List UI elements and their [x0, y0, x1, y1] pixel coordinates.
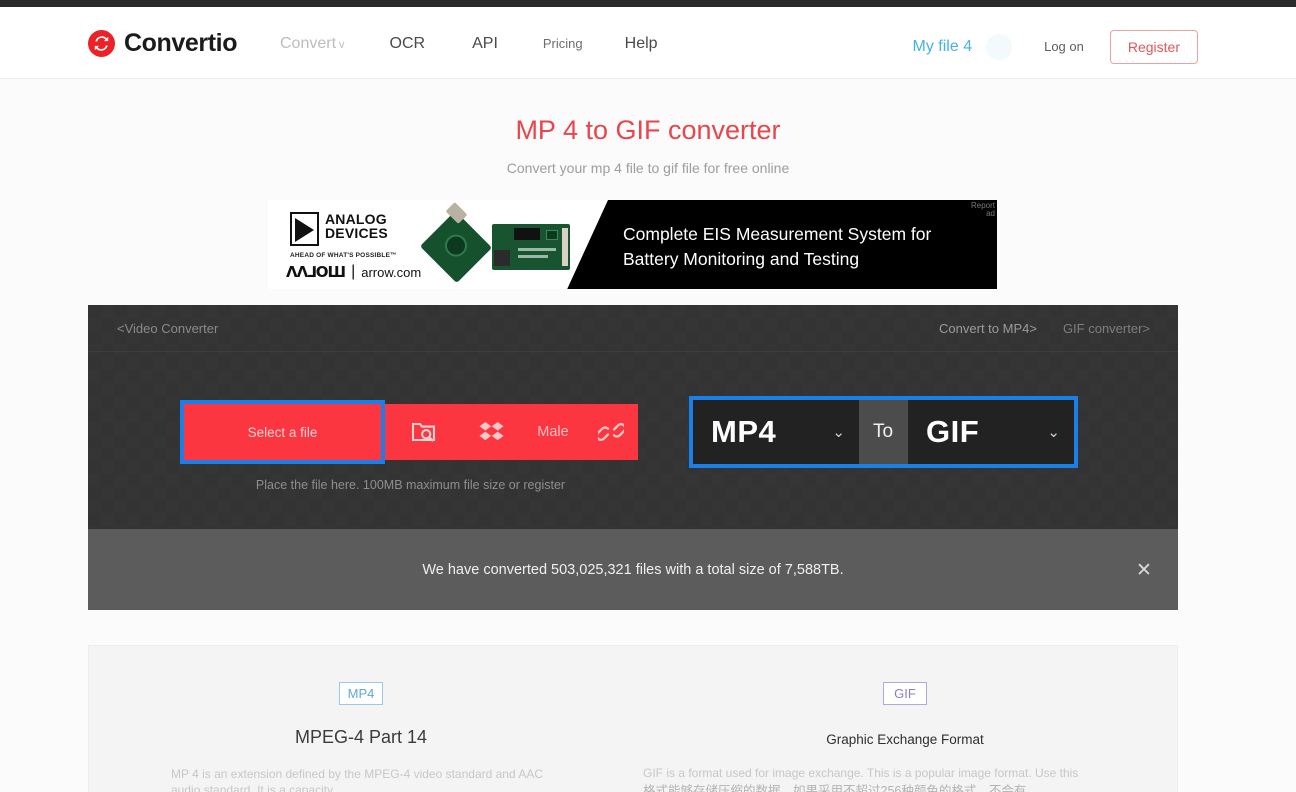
link-convert-to-mp4[interactable]: Convert to MP4> — [939, 321, 1037, 336]
nav-item-convert[interactable]: Convert v — [280, 35, 345, 53]
nav-label-convert: Convert — [280, 35, 337, 52]
format-description-gif: GIF is a format used for image exchange.… — [643, 766, 1079, 780]
target-format-label: GIF — [926, 414, 980, 449]
report-ad-line2: ad — [986, 209, 995, 219]
advertisement-banner[interactable]: ANALOG DEVICES AHEAD OF WHAT'S POSSIBLE™… — [268, 200, 997, 289]
converter-topbar: <Video Converter Convert to MP4> GIF con… — [88, 305, 1178, 352]
stats-text: We have converted 503,025,321 files with… — [422, 561, 844, 578]
arrow-logo-icon: ΛΛ⅃ΟШ — [286, 263, 346, 281]
convert-circle-icon — [88, 30, 115, 57]
source-format-label: MP4 — [711, 414, 777, 449]
hero-section: MP 4 to GIF converter Convert your mp 4 … — [0, 79, 1296, 176]
format-chip-mp4: MP4 — [339, 682, 383, 705]
nav-item-api[interactable]: API — [472, 35, 498, 53]
circuit-board-image — [419, 202, 570, 284]
target-format-select[interactable]: GIF ⌄ — [908, 400, 1074, 464]
report-ad-link[interactable]: Report ad — [955, 201, 995, 219]
nav-item-help[interactable]: Help — [625, 35, 658, 53]
arrow-url-text: arrow.com — [361, 264, 422, 280]
male-source-label[interactable]: Male — [522, 404, 584, 460]
folder-search-icon[interactable] — [388, 404, 460, 460]
stats-banner: We have converted 503,025,321 files with… — [88, 529, 1178, 610]
breadcrumb-video-converter[interactable]: <Video Converter — [117, 321, 218, 336]
file-source-bar: Select a file Male — [180, 400, 638, 464]
source-format-select[interactable]: MP4 ⌄ — [693, 400, 859, 464]
chevron-down-icon: ⌄ — [832, 424, 845, 441]
logo-text: Convertio — [124, 29, 238, 57]
top-dark-strip — [0, 0, 1296, 7]
analog-devices-logo: ANALOG DEVICES — [290, 212, 388, 246]
select-file-label: Select a file — [247, 424, 318, 440]
header-account-area: My file 4 Log on Register — [913, 7, 1198, 86]
drop-hint-text: Place the file here. 100MB maximum file … — [255, 478, 566, 492]
format-info-panel: MP4 MPEG-4 Part 14 MP 4 is an extension … — [88, 645, 1178, 792]
site-header: Convertio Convert v OCR API Pricing Help … — [0, 7, 1296, 79]
analog-triangle-icon — [290, 212, 319, 246]
nav-item-ocr[interactable]: OCR — [390, 35, 426, 53]
site-logo[interactable]: Convertio — [88, 29, 237, 58]
ad-headline-line2: Battery Monitoring and Testing — [623, 249, 860, 270]
format-chip-gif: GIF — [883, 682, 927, 705]
file-source-icons: Male — [388, 404, 638, 460]
to-separator: To — [859, 400, 908, 464]
file-count-badge — [986, 33, 1013, 60]
ad-brand-line2: DEVICES — [325, 225, 388, 242]
close-icon[interactable]: ✕ — [1132, 558, 1156, 582]
page-root: Convertio Convert v OCR API Pricing Help … — [0, 0, 1296, 792]
chevron-down-icon: v — [339, 39, 345, 51]
analog-tagline: AHEAD OF WHAT'S POSSIBLE™ — [290, 252, 397, 259]
format-title-mp4: MPEG-4 Part 14 — [294, 727, 428, 747]
format-info-mp4: MP4 MPEG-4 Part 14 MP 4 is an extension … — [89, 646, 633, 792]
link-icon[interactable] — [584, 404, 638, 460]
analog-brand-text: ANALOG DEVICES — [325, 212, 388, 241]
main-nav: Convert v OCR API Pricing Help — [280, 35, 658, 53]
my-files-link[interactable]: My file 4 — [913, 38, 973, 56]
link-gif-converter[interactable]: GIF converter> — [1063, 321, 1150, 336]
ad-headline: Complete EIS Measurement System for Batt… — [623, 222, 973, 272]
arrow-logo-group: ΛΛ⅃ΟШ | arrow.com — [286, 263, 422, 281]
select-file-button[interactable]: Select a file — [180, 400, 385, 464]
chevron-down-icon: ⌄ — [1047, 424, 1060, 441]
format-description-mp4: MP 4 is an extension defined by the MPEG… — [171, 767, 543, 792]
nav-item-pricing[interactable]: Pricing — [543, 36, 583, 51]
format-selector: MP4 ⌄ To GIF ⌄ — [689, 396, 1078, 468]
format-info-gif: GIF Graphic Exchange Format GIF is a for… — [633, 646, 1177, 792]
dropbox-icon[interactable] — [460, 404, 522, 460]
page-title: MP 4 to GIF converter — [515, 115, 781, 145]
log-on-link[interactable]: Log on — [1044, 39, 1084, 54]
page-subtitle: Convert your mp 4 file to gif file for f… — [506, 160, 790, 176]
to-word: To — [873, 421, 894, 442]
format-title-gif: Graphic Exchange Format — [826, 732, 984, 747]
converter-related-links: Convert to MP4> GIF converter> — [939, 321, 1150, 336]
ad-headline-line1: Complete EIS Measurement System for — [623, 224, 932, 244]
dropzone-row: Select a file Male Place the file here. … — [88, 352, 1178, 532]
register-button[interactable]: Register — [1109, 29, 1198, 64]
format-description-cn-gif: 格式能够存储压缩的数据，如果采用不超过256种颜色的格式，不会有 — [643, 783, 1027, 792]
